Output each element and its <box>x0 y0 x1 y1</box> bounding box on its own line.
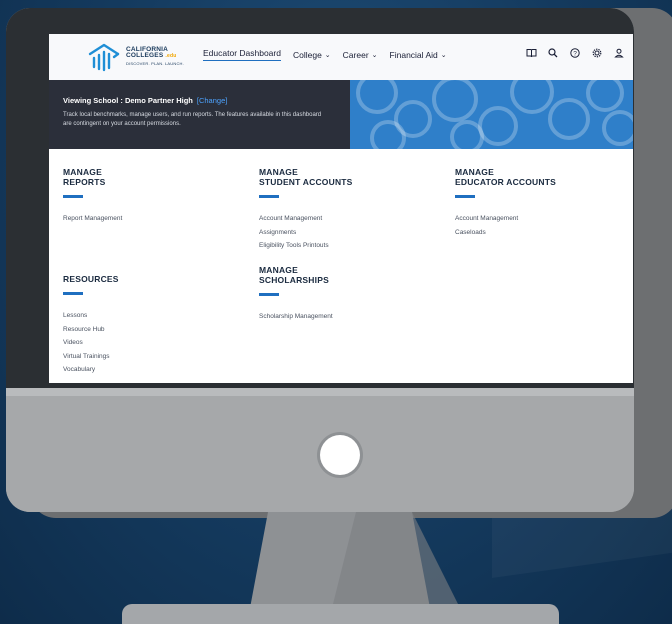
monitor-chin-edge <box>6 388 634 396</box>
link-report-management[interactable]: Report Management <box>63 212 122 226</box>
power-button-icon <box>320 435 360 475</box>
nav-financial-aid-label: Financial Aid <box>389 49 438 60</box>
pattern-shape <box>450 120 484 149</box>
link-lessons[interactable]: Lessons <box>63 309 122 323</box>
nav-career[interactable]: Career ⌄ <box>343 48 378 61</box>
svg-text:?: ? <box>573 50 577 57</box>
scholarships-links: Scholarship Management <box>259 310 353 324</box>
section-title-resources: RESOURCES <box>63 273 119 284</box>
pattern-shape <box>510 80 554 114</box>
section-title-line2: STUDENT ACCOUNTS <box>259 177 353 188</box>
link-resource-hub[interactable]: Resource Hub <box>63 323 122 337</box>
logo-line2-text: COLLEGES <box>126 52 164 59</box>
educator-accounts-links: Account Management Caseloads <box>455 212 556 239</box>
reports-links: Report Management <box>63 212 122 226</box>
section-underline <box>63 292 83 296</box>
nav-icons: ? <box>525 48 625 61</box>
nav-educator-dashboard-label: Educator Dashboard <box>203 48 281 58</box>
pattern-shape <box>478 106 518 146</box>
column-student-accounts: MANAGE STUDENT ACCOUNTS Account Manageme… <box>259 167 353 324</box>
student-accounts-links: Account Management Assignments Eligibili… <box>259 212 353 253</box>
dashboard-content: MANAGE REPORTS Report Management RESOURC… <box>49 149 633 383</box>
chevron-down-icon: ⌄ <box>324 51 331 59</box>
logo-tagline: DISCOVER. PLAN. LAUNCH. <box>126 60 184 66</box>
book-icon[interactable] <box>525 48 537 61</box>
search-icon[interactable] <box>547 48 559 61</box>
section-title-line2: SCHOLARSHIPS <box>259 275 329 286</box>
chevron-down-icon: ⌄ <box>440 51 447 59</box>
nav-college[interactable]: College ⌄ <box>293 48 331 61</box>
main-nav: Educator Dashboard College ⌄ Career ⌄ Fi… <box>203 48 447 61</box>
section-title-line1: MANAGE <box>259 264 298 275</box>
pattern-shape <box>370 120 406 149</box>
logo-line2: COLLEGES .edu <box>126 52 184 60</box>
pattern-shape <box>432 80 478 122</box>
logo-text: CALIFORNIA COLLEGES .edu DISCOVER. PLAN.… <box>126 46 184 66</box>
banner-title: Viewing School : Demo Partner High [Chang… <box>63 96 350 105</box>
link-caseloads[interactable]: Caseloads <box>455 226 556 240</box>
column-educator-accounts: MANAGE EDUCATOR ACCOUNTS Account Managem… <box>455 167 556 239</box>
screen: CALIFORNIA COLLEGES .edu DISCOVER. PLAN.… <box>49 34 633 383</box>
change-school-link[interactable]: [Change] <box>197 96 227 105</box>
link-educator-account-management[interactable]: Account Management <box>455 212 556 226</box>
column-reports: MANAGE REPORTS Report Management RESOURC… <box>63 167 122 377</box>
section-title-line1: MANAGE <box>259 167 298 177</box>
monitor-base <box>122 604 559 624</box>
nav-college-label: College <box>292 49 322 60</box>
banner-school-name: Viewing School : Demo Partner High <box>63 96 193 105</box>
logo-edu: .edu <box>165 53 177 59</box>
logo-mark-icon <box>88 43 120 72</box>
section-resources: RESOURCES Lessons Resource Hub Videos Vi… <box>63 274 122 377</box>
section-title-line1: MANAGE <box>63 167 102 177</box>
section-title-reports: MANAGE REPORTS <box>63 167 122 187</box>
resources-links: Lessons Resource Hub Videos Virtual Trai… <box>63 309 122 377</box>
section-title-student-accounts: MANAGE STUDENT ACCOUNTS <box>259 167 353 187</box>
section-title-line1: MANAGE <box>455 167 494 177</box>
section-underline <box>259 195 279 199</box>
section-title-line2: EDUCATOR ACCOUNTS <box>455 177 556 188</box>
section-title-line2: REPORTS <box>63 177 106 188</box>
section-scholarships: MANAGE SCHOLARSHIPS Scholarship Manageme… <box>259 265 353 324</box>
nav-career-label: Career <box>342 49 369 60</box>
pattern-shape <box>356 80 398 114</box>
link-vocabulary[interactable]: Vocabulary <box>63 363 122 377</box>
logo[interactable]: CALIFORNIA COLLEGES .edu DISCOVER. PLAN.… <box>87 40 184 72</box>
navbar: CALIFORNIA COLLEGES .edu DISCOVER. PLAN.… <box>49 34 633 80</box>
pattern-shape <box>602 110 633 146</box>
school-banner: Viewing School : Demo Partner High [Chang… <box>49 80 633 149</box>
section-underline <box>455 195 475 199</box>
link-assignments[interactable]: Assignments <box>259 226 353 240</box>
banner-info: Viewing School : Demo Partner High [Chang… <box>49 80 350 149</box>
section-underline <box>259 293 279 297</box>
banner-pattern <box>350 80 633 149</box>
section-title-educator-accounts: MANAGE EDUCATOR ACCOUNTS <box>455 167 556 187</box>
pattern-shape <box>548 98 590 140</box>
nav-educator-dashboard[interactable]: Educator Dashboard <box>203 48 281 61</box>
link-videos[interactable]: Videos <box>63 336 122 350</box>
chevron-down-icon: ⌄ <box>371 51 378 59</box>
banner-description: Track local benchmarks, manage users, an… <box>63 112 322 127</box>
nav-financial-aid[interactable]: Financial Aid ⌄ <box>390 48 447 61</box>
section-title-scholarships: MANAGE SCHOLARSHIPS <box>259 265 353 285</box>
link-virtual-trainings[interactable]: Virtual Trainings <box>63 350 122 364</box>
help-icon[interactable]: ? <box>569 48 581 61</box>
link-eligibility-tools-printouts[interactable]: Eligibility Tools Printouts <box>259 239 353 253</box>
section-underline <box>63 195 83 199</box>
link-scholarship-management[interactable]: Scholarship Management <box>259 310 353 324</box>
pattern-shape <box>586 80 624 112</box>
link-student-account-management[interactable]: Account Management <box>259 212 353 226</box>
user-icon[interactable] <box>613 48 625 61</box>
gear-icon[interactable] <box>591 48 603 61</box>
